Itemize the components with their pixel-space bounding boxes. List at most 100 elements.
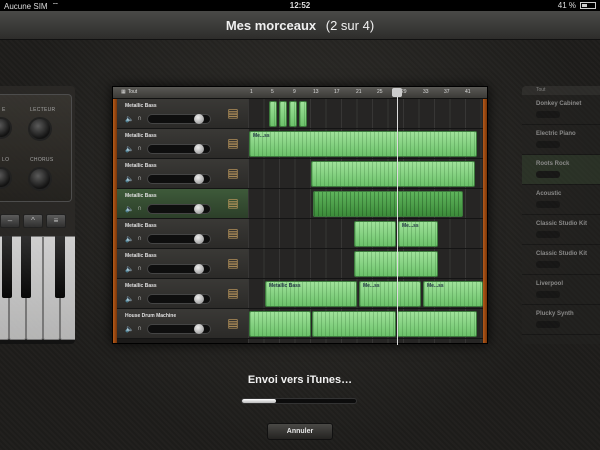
headphone-icon[interactable]: ∩ — [137, 205, 142, 212]
keyboard-icon: ▤ — [227, 316, 239, 330]
filter-icon: ▦ — [121, 89, 126, 95]
headphone-icon[interactable]: ∩ — [137, 115, 142, 122]
arrow-icon: – — [0, 214, 20, 228]
speaker-icon[interactable]: 🔈 — [125, 295, 134, 303]
volume-slider[interactable] — [147, 234, 211, 244]
keyboard-icon: ▤ — [227, 166, 239, 180]
keyboard-icon: ▤ — [227, 196, 239, 210]
amp-label-left2: LO — [2, 157, 10, 163]
speaker-icon[interactable]: 🔈 — [125, 115, 134, 123]
ruler-tick: 5 — [271, 89, 274, 95]
track-name: House Drum Machine — [125, 313, 177, 319]
list-item: Acoustic — [522, 185, 600, 215]
amp-label-left1: E — [2, 107, 6, 113]
region — [354, 221, 396, 247]
region: Me...ss — [398, 221, 438, 247]
track-header[interactable]: Metallic Bass 🔈 ∩ ▤ — [117, 159, 248, 189]
battery-percent: 41 % — [557, 1, 576, 10]
speaker-icon[interactable]: 🔈 — [125, 235, 134, 243]
track-header[interactable]: Metallic Bass 🔈 ∩ ▤ — [117, 249, 248, 279]
export-progress-bar — [241, 398, 357, 404]
region: Metallic Bass — [265, 281, 357, 307]
track-header[interactable]: Metallic Bass 🔈 ∩ ▤ — [117, 99, 248, 129]
region — [397, 311, 477, 337]
ruler-tick: 17 — [334, 89, 340, 95]
list-item: Plucky Synth — [522, 305, 600, 335]
volume-slider[interactable] — [147, 114, 211, 124]
speaker-icon[interactable]: 🔈 — [125, 205, 134, 213]
speaker-icon[interactable]: 🔈 — [125, 145, 134, 153]
track-header[interactable]: Metallic Bass 🔈 ∩ ▤ — [117, 189, 248, 219]
track-header[interactable]: Metallic Bass 🔈 ∩ ▤ — [117, 279, 248, 309]
region — [289, 101, 297, 127]
playhead — [397, 97, 398, 345]
knob-icon — [28, 117, 52, 141]
headphone-icon[interactable]: ∩ — [137, 175, 142, 182]
volume-slider[interactable] — [147, 174, 211, 184]
ruler-tick: 1 — [250, 89, 253, 95]
track-headers: Metallic Bass 🔈 ∩ ▤ Metallic Bass 🔈 ∩ ▤ Metallic… — [117, 99, 248, 343]
ruler-tick: 13 — [313, 89, 319, 95]
clock: 12:52 — [289, 1, 311, 10]
knob-icon — [0, 117, 12, 139]
playhead-handle — [392, 88, 402, 97]
headphone-icon[interactable]: ∩ — [137, 265, 142, 272]
track-name: Metallic Bass — [125, 283, 157, 289]
ruler-tick: 25 — [377, 89, 383, 95]
next-song-preview[interactable]: Tout Donkey Cabinet Electric Piano Roots… — [522, 86, 600, 344]
track-name: Metallic Bass — [125, 253, 157, 259]
cancel-button[interactable]: Annuler — [267, 423, 333, 440]
timeline-ruler: ▦ Tout 1 5 9 13 17 21 25 29 33 37 41 — [113, 87, 487, 99]
export-progress-fill — [242, 399, 277, 403]
region: Me...ss — [249, 131, 477, 157]
volume-slider[interactable] — [147, 294, 211, 304]
volume-slider[interactable] — [147, 324, 211, 334]
region — [269, 101, 277, 127]
volume-slider[interactable] — [147, 144, 211, 154]
panel-edge-right — [483, 99, 487, 343]
track-filter-label: Tout — [127, 89, 138, 95]
speaker-icon[interactable]: 🔈 — [125, 175, 134, 183]
track-header[interactable]: Metallic Bass 🔈 ∩ ▤ — [117, 219, 248, 249]
speaker-icon[interactable]: 🔈 — [125, 325, 134, 333]
region: Me...ss — [359, 281, 421, 307]
volume-slider[interactable] — [147, 264, 211, 274]
list-item: Electric Piano — [522, 125, 600, 155]
list-item: Roots Rock — [522, 155, 600, 185]
track-name: Metallic Bass — [125, 103, 157, 109]
track-name: Metallic Bass — [125, 133, 157, 139]
piano-keyboard — [0, 236, 75, 344]
track-name: Metallic Bass — [125, 163, 157, 169]
chevron-up-icon: ^ — [23, 214, 43, 228]
ruler-tick: 33 — [423, 89, 429, 95]
headphone-icon[interactable]: ∩ — [137, 145, 142, 152]
keyboard-icon: ▤ — [227, 136, 239, 150]
region — [313, 191, 463, 217]
knob-icon — [28, 167, 52, 191]
keyboard-icon: ▤ — [227, 256, 239, 270]
ruler-tick: 37 — [444, 89, 450, 95]
volume-slider[interactable] — [147, 204, 211, 214]
region — [312, 311, 396, 337]
headphone-icon[interactable]: ∩ — [137, 235, 142, 242]
current-song-preview[interactable]: ▦ Tout 1 5 9 13 17 21 25 29 33 37 41 Meta… — [112, 86, 488, 345]
track-header[interactable]: House Drum Machine 🔈 ∩ ▤ — [117, 309, 248, 339]
track-header[interactable]: Metallic Bass 🔈 ∩ ▤ — [117, 129, 248, 159]
region — [279, 101, 287, 127]
region — [311, 161, 475, 187]
export-status-label: Envoi vers iTunes… — [247, 374, 353, 386]
list-item: Classic Studio Kit — [522, 245, 600, 275]
battery-icon — [580, 2, 596, 9]
previous-song-preview[interactable]: E LECTEUR LO CHORUS – ^ ≡ — [0, 86, 75, 344]
track-name: Metallic Bass — [125, 193, 157, 199]
headphone-icon[interactable]: ∩ — [137, 325, 142, 332]
amp-panel: E LECTEUR LO CHORUS — [0, 94, 72, 202]
headphone-icon[interactable]: ∩ — [137, 295, 142, 302]
status-bar: Aucune SIM ⌔ 12:52 41 % — [0, 0, 600, 11]
ruler-tick: 41 — [465, 89, 471, 95]
keyboard-icon: ▤ — [227, 226, 239, 240]
knob-icon — [0, 167, 12, 189]
keyboard-icon: ▤ — [227, 106, 239, 120]
speaker-icon[interactable]: 🔈 — [125, 265, 134, 273]
list-item: Classic Studio Kit — [522, 215, 600, 245]
